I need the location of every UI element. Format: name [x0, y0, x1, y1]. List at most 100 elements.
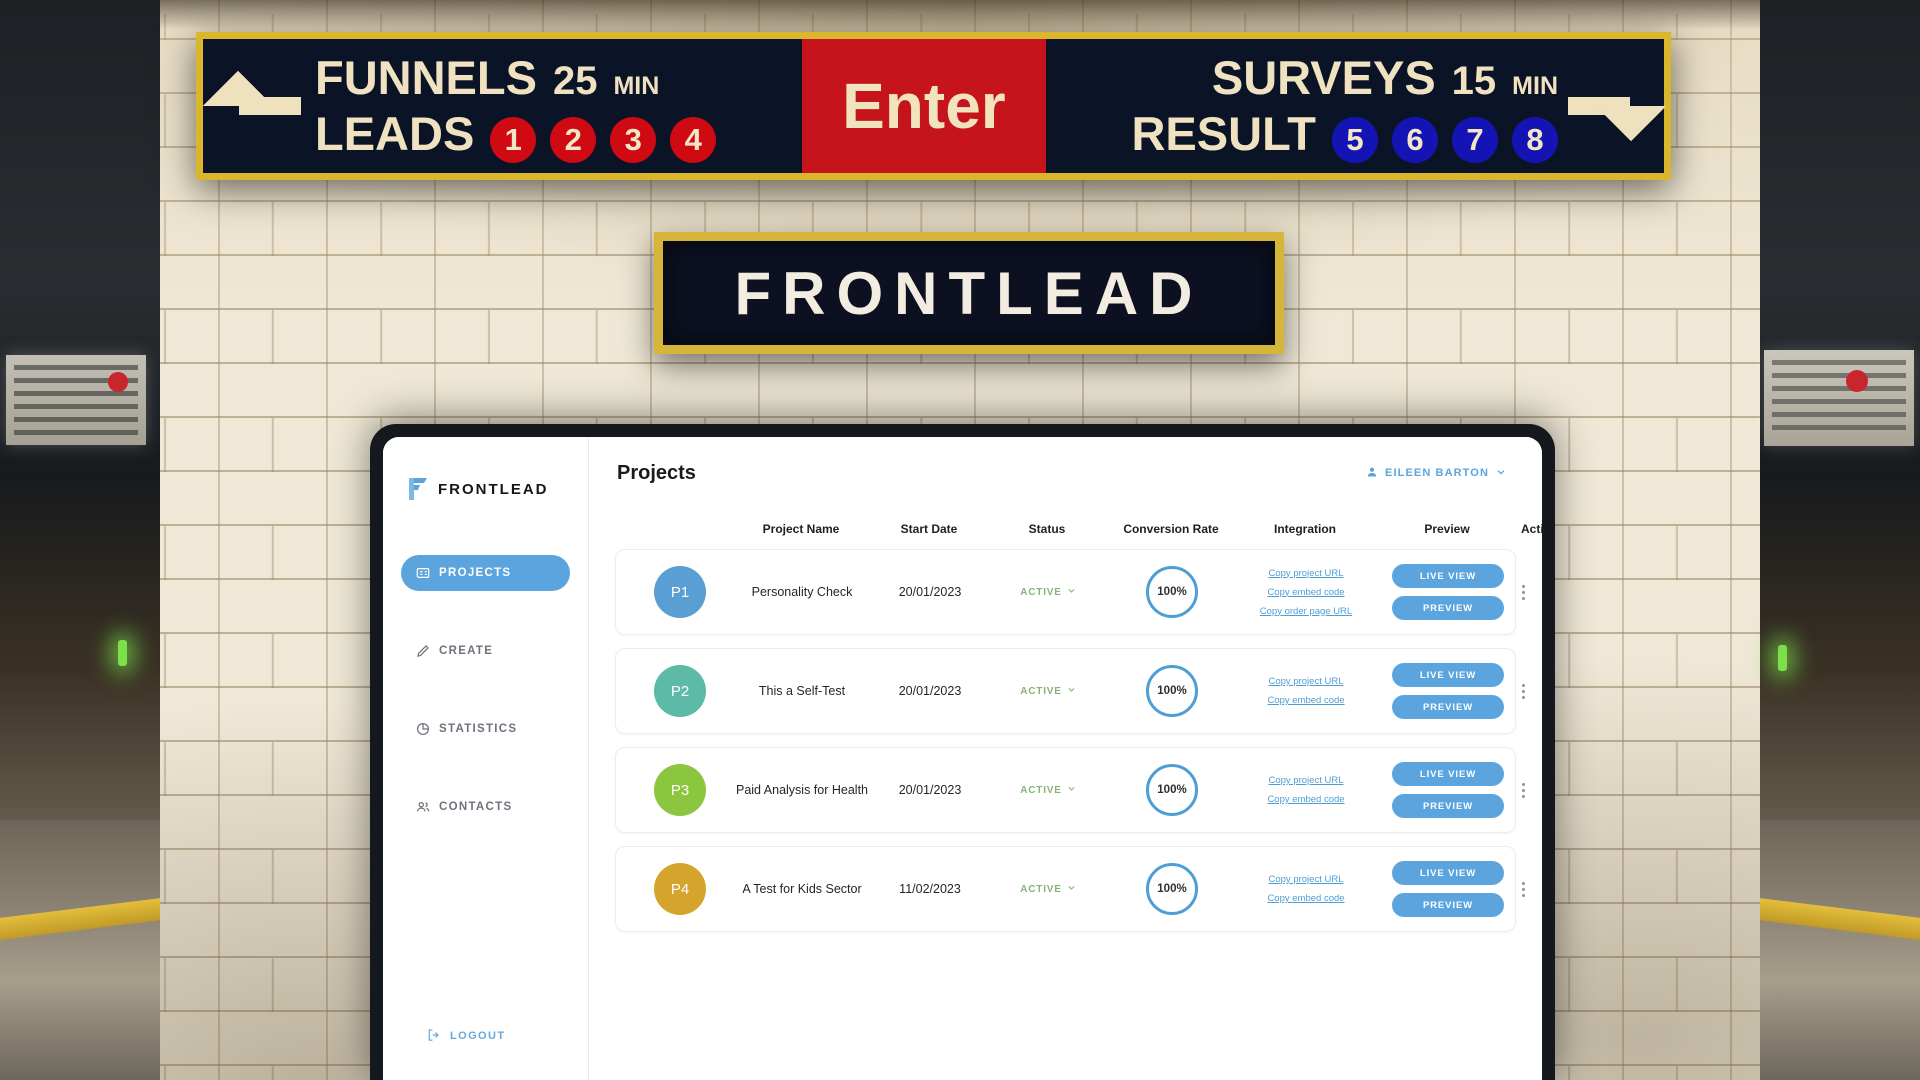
preview-button[interactable]: PREVIEW — [1392, 596, 1504, 620]
sidebar-item-projects[interactable]: PROJECTS — [401, 555, 570, 591]
route-bullet-4: 4 — [670, 117, 717, 163]
table-row[interactable]: P3 Paid Analysis for Health 20/01/2023 A… — [615, 747, 1525, 833]
kebab-menu-icon[interactable] — [1522, 683, 1525, 699]
user-menu[interactable]: EILEEN BARTON — [1366, 466, 1506, 481]
copy-project-url-link[interactable]: Copy project URL — [1269, 775, 1344, 786]
avatar: P4 — [654, 863, 706, 915]
sign-leads-label: LEADS — [315, 107, 475, 160]
track-signal-light-left — [118, 640, 127, 666]
start-date: 20/01/2023 — [898, 684, 962, 698]
project-name: This a Self-Test — [758, 683, 846, 698]
copy-project-url-link[interactable]: Copy project URL — [1269, 676, 1344, 687]
copy-order-page-url-link[interactable]: Copy order page URL — [1260, 606, 1352, 617]
route-bullet-5: 5 — [1332, 117, 1378, 163]
sidebar-item-statistics[interactable]: STATISTICS — [401, 711, 570, 747]
kebab-menu-icon[interactable] — [1522, 782, 1525, 798]
integration-links: Copy project URL Copy embed code — [1267, 874, 1344, 904]
project-avatar-cell: P3 — [626, 764, 734, 816]
preview-button[interactable]: PREVIEW — [1392, 893, 1504, 917]
project-avatar-cell: P1 — [626, 566, 734, 618]
live-view-button[interactable]: LIVE VIEW — [1392, 564, 1504, 588]
arrow-right-icon — [1564, 67, 1656, 145]
live-view-button[interactable]: LIVE VIEW — [1392, 861, 1504, 885]
project-avatar-cell: P2 — [626, 665, 734, 717]
copy-project-url-link[interactable]: Copy project URL — [1269, 568, 1344, 579]
copy-embed-code-link[interactable]: Copy embed code — [1267, 893, 1344, 904]
start-date: 20/01/2023 — [898, 783, 962, 797]
column-header-start-date: Start Date — [900, 522, 958, 536]
live-view-button[interactable]: LIVE VIEW — [1392, 663, 1504, 687]
kebab-menu-icon[interactable] — [1522, 881, 1525, 897]
main-content: Projects EILEEN BARTON Project Name Star… — [589, 437, 1542, 1080]
table-row[interactable]: P1 Personality Check 20/01/2023 ACTIVE 1… — [615, 549, 1525, 635]
preview-buttons: LIVE VIEW PREVIEW — [1392, 762, 1504, 818]
logout-label: LOGOUT — [450, 1030, 506, 1042]
route-bullet-2: 2 — [550, 117, 597, 163]
sign-funnels-unit: MIN — [613, 72, 660, 100]
copy-embed-code-link[interactable]: Copy embed code — [1267, 794, 1344, 805]
page-title: Projects — [617, 461, 696, 484]
sign-result-label: RESULT — [1131, 107, 1316, 160]
right-platform-floor — [1760, 820, 1920, 1080]
projects-icon — [415, 566, 430, 581]
status-dropdown[interactable]: ACTIVE — [1020, 685, 1075, 697]
live-view-button[interactable]: LIVE VIEW — [1392, 762, 1504, 786]
chevron-down-icon — [1067, 685, 1076, 697]
route-bullet-6: 6 — [1392, 117, 1438, 163]
preview-button[interactable]: PREVIEW — [1392, 794, 1504, 818]
sign-surveys-label: SURVEYS — [1211, 51, 1436, 104]
route-bullet-3: 3 — [610, 117, 657, 163]
sign-left-section: FUNNELS 25 MIN LEADS 1 2 3 4 — [203, 39, 802, 173]
status-dropdown[interactable]: ACTIVE — [1020, 586, 1075, 598]
sign-left-line-1: FUNNELS 25 MIN — [315, 51, 716, 105]
left-platform — [0, 0, 160, 1080]
platform-route-bullet-right — [1846, 370, 1868, 392]
platform-sign-left — [6, 355, 146, 445]
sign-right-line-2: RESULT 5 6 7 8 — [1131, 107, 1558, 163]
conversion-rate-ring: 100% — [1146, 665, 1198, 717]
platform-sign-right — [1764, 350, 1914, 446]
laptop-mockup: FRONTLEAD PROJECTS CREATE STATISTICS CON… — [370, 424, 1555, 1080]
topbar: Projects EILEEN BARTON — [589, 437, 1542, 509]
sign-surveys-unit: MIN — [1512, 72, 1558, 100]
status-dropdown[interactable]: ACTIVE — [1020, 883, 1075, 895]
preview-buttons: LIVE VIEW PREVIEW — [1392, 861, 1504, 917]
avatar: P1 — [654, 566, 706, 618]
enter-panel: Enter — [801, 39, 1046, 173]
chevron-down-icon — [1067, 586, 1076, 598]
status-badge: ACTIVE — [1020, 586, 1062, 598]
logout-button[interactable]: LOGOUT — [383, 1016, 588, 1056]
table-row[interactable]: P2 This a Self-Test 20/01/2023 ACTIVE 10… — [615, 648, 1525, 734]
platform-route-bullet-left — [108, 372, 128, 392]
subway-destination-sign: FUNNELS 25 MIN LEADS 1 2 3 4 Enter SURVE… — [196, 32, 1671, 180]
copy-embed-code-link[interactable]: Copy embed code — [1267, 695, 1344, 706]
sidebar-item-label: PROJECTS — [439, 567, 512, 579]
kebab-menu-icon[interactable] — [1522, 584, 1525, 600]
copy-project-url-link[interactable]: Copy project URL — [1269, 874, 1344, 885]
conversion-rate-ring: 100% — [1146, 566, 1198, 618]
copy-embed-code-link[interactable]: Copy embed code — [1267, 587, 1344, 598]
sidebar-nav: PROJECTS CREATE STATISTICS CONTACTS — [383, 555, 588, 867]
table-header-row: Project Name Start Date Status Conversio… — [615, 509, 1542, 549]
avatar: P3 — [654, 764, 706, 816]
chart-pie-icon — [415, 722, 430, 737]
integration-links: Copy project URL Copy embed code — [1267, 676, 1344, 706]
status-dropdown[interactable]: ACTIVE — [1020, 784, 1075, 796]
project-avatar-cell: P4 — [626, 863, 734, 915]
person-icon — [1366, 466, 1378, 481]
sidebar-item-create[interactable]: CREATE — [401, 633, 570, 669]
station-name-text: FRONTLEAD — [734, 259, 1204, 327]
column-header-integration: Integration — [1274, 522, 1336, 536]
project-name: A Test for Kids Sector — [742, 881, 862, 896]
enter-label: Enter — [842, 70, 1006, 142]
column-header-conversion-rate: Conversion Rate — [1123, 522, 1219, 536]
chevron-down-icon — [1496, 467, 1506, 480]
table-row[interactable]: P4 A Test for Kids Sector 11/02/2023 ACT… — [615, 846, 1525, 932]
projects-table: Project Name Start Date Status Conversio… — [589, 509, 1542, 945]
preview-button[interactable]: PREVIEW — [1392, 695, 1504, 719]
route-bullet-1: 1 — [490, 117, 537, 163]
status-badge: ACTIVE — [1020, 685, 1062, 697]
sidebar-item-contacts[interactable]: CONTACTS — [401, 789, 570, 825]
track-signal-light-right — [1778, 645, 1787, 671]
preview-buttons: LIVE VIEW PREVIEW — [1392, 663, 1504, 719]
